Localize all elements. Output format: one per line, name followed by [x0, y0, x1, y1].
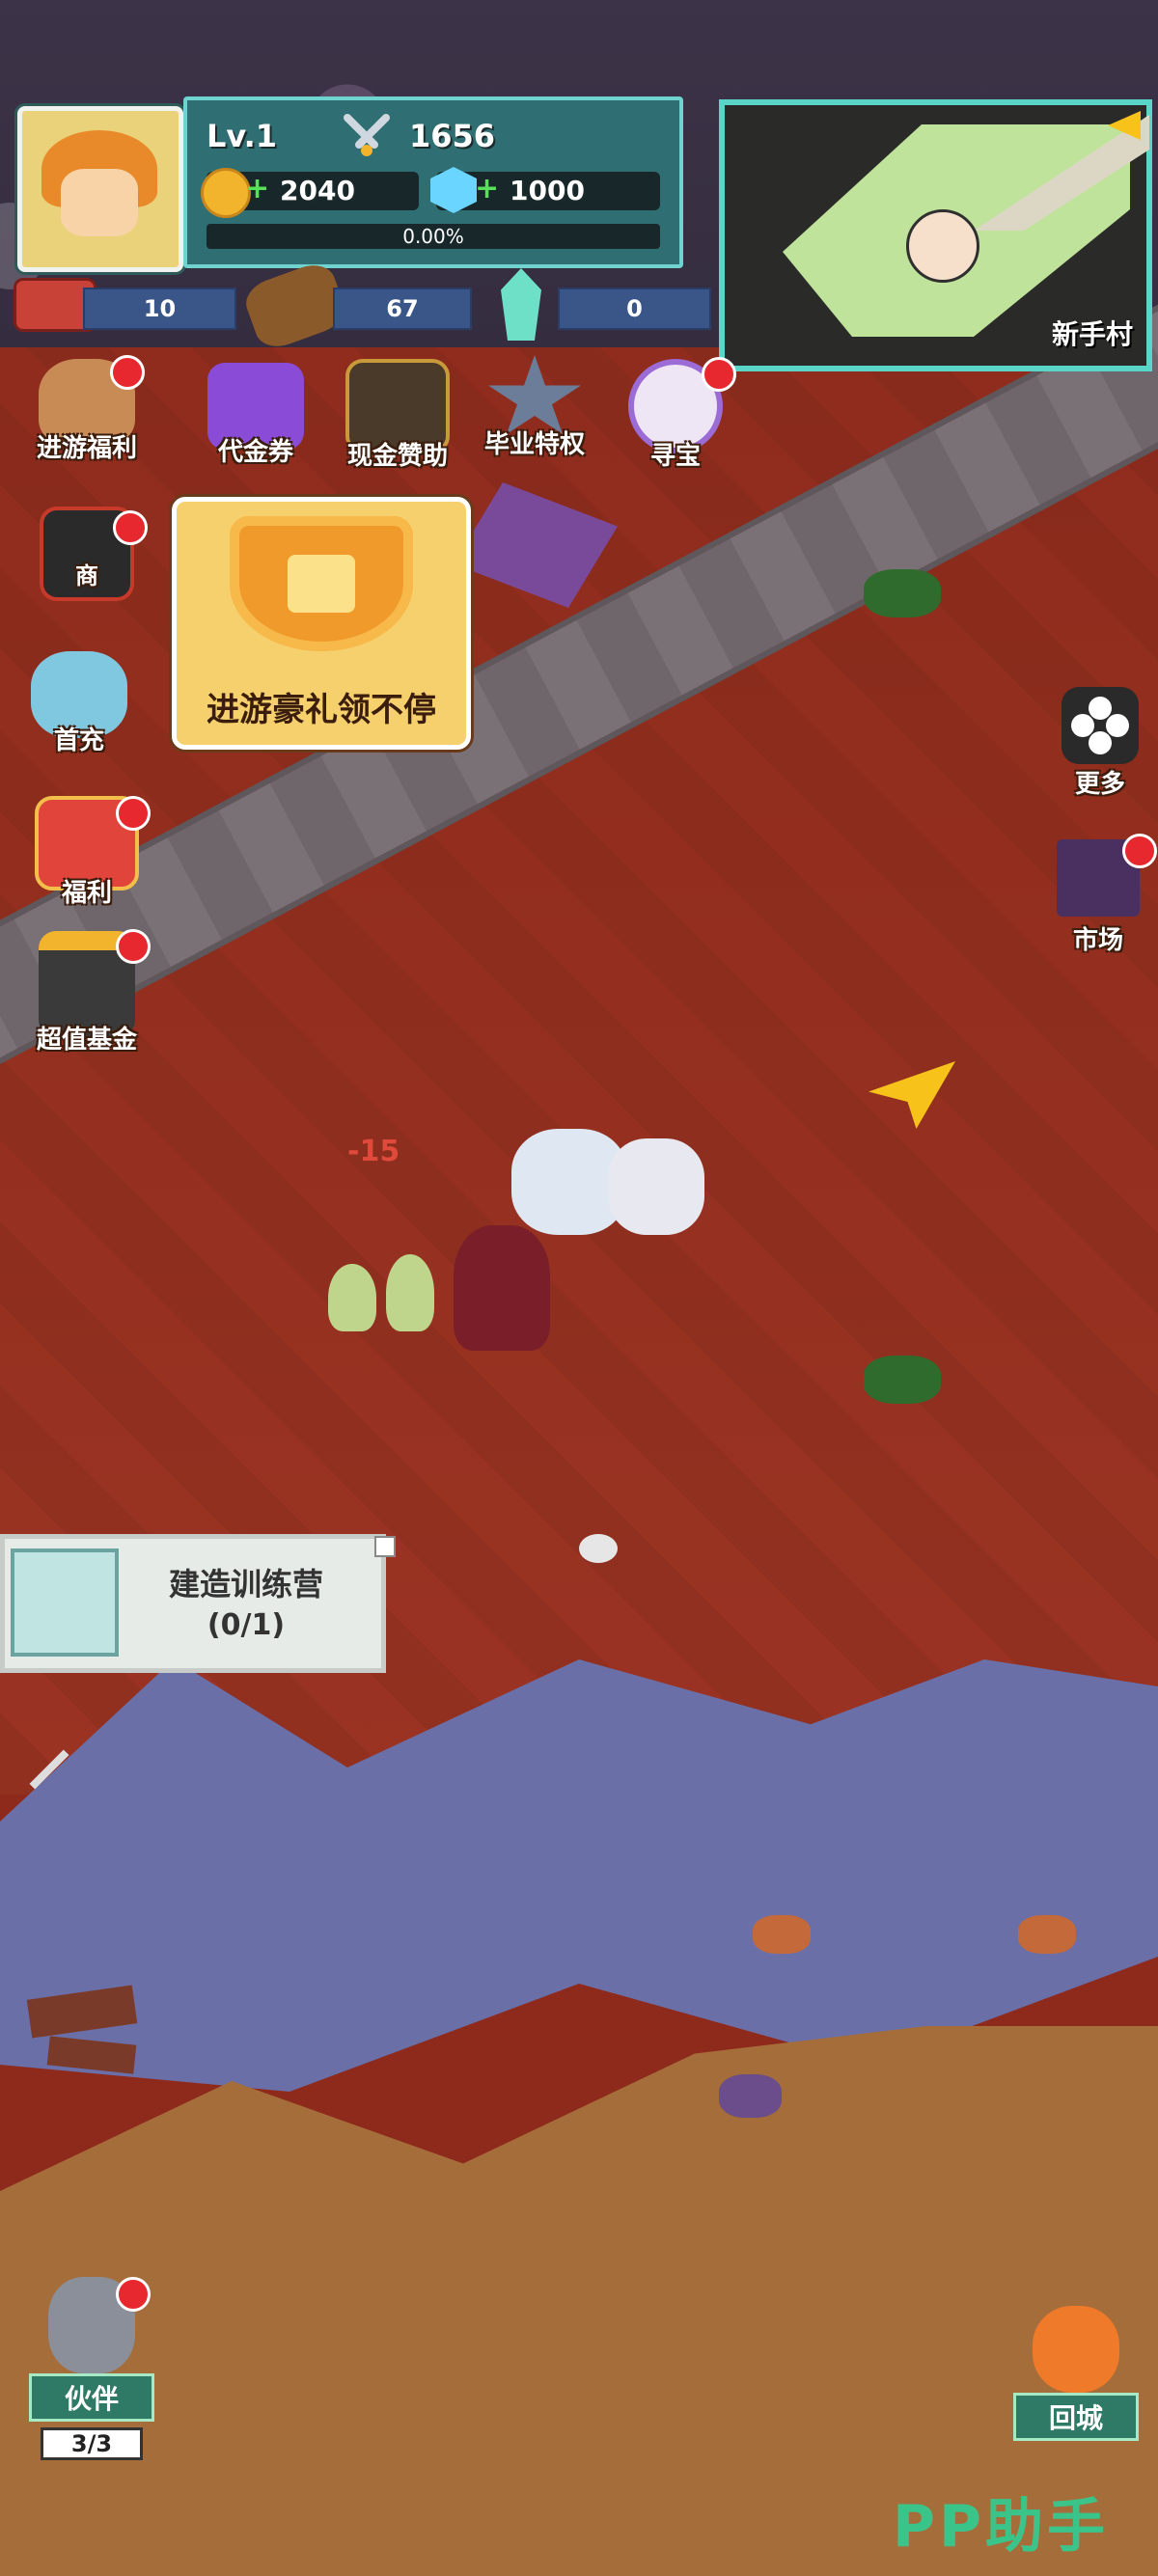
gold-amount: 2040	[280, 175, 355, 206]
rock-sprite	[1018, 1915, 1076, 1954]
quest-toggle-button[interactable]	[374, 1536, 396, 1557]
gift-promo-text: 进游豪礼领不停	[207, 691, 436, 729]
menu-label: 超值基金	[36, 1026, 137, 1055]
menu-label: 现金赞助	[346, 442, 448, 471]
player-level: Lv.1	[207, 118, 278, 154]
player-panel: Lv.1 1656 + 2040 + 1000 0.00%	[17, 96, 683, 272]
watermark-text: PP助手	[893, 2493, 1109, 2561]
location-name: 新手村	[1051, 318, 1133, 350]
player-avatar[interactable]	[17, 106, 183, 272]
more-button[interactable]: 更多	[1057, 687, 1144, 800]
gold-counter[interactable]: + 2040	[201, 168, 419, 218]
market-label: 市场	[1072, 926, 1123, 955]
menu-graduation-privilege[interactable]: 毕业特权	[467, 355, 602, 460]
partner-count: 3/3	[41, 2427, 143, 2460]
partner-button[interactable]: 伙伴 3/3	[29, 2277, 154, 2460]
quest-progress: (0/1)	[207, 1608, 286, 1642]
green-bush	[864, 1356, 941, 1404]
green-bush	[864, 569, 941, 617]
add-gem-icon[interactable]: +	[475, 172, 499, 206]
menu-label: 寻宝	[649, 442, 701, 471]
wood-amount: 67	[386, 295, 419, 322]
exp-percent: 0.00%	[402, 225, 464, 248]
player-marker-icon	[906, 209, 979, 283]
menu-label: 商	[75, 562, 98, 589]
more-label: 更多	[1074, 770, 1125, 799]
market-house-icon	[1057, 834, 1157, 917]
gift-promo-popup[interactable]: 进游豪礼领不停	[172, 497, 471, 750]
exp-bar: 0.00%	[207, 224, 660, 249]
partner-label: 伙伴	[29, 2373, 154, 2422]
ghost-sprite	[386, 1254, 434, 1331]
quest-panel[interactable]: 建造训练营 (0/1)	[0, 1534, 386, 1673]
grid-icon	[1062, 687, 1139, 764]
menu-label: 首充	[53, 726, 104, 755]
ghost-sprite	[328, 1264, 376, 1331]
menu-welfare[interactable]: 福利	[19, 796, 154, 909]
meat-amount: 10	[143, 295, 177, 322]
hero-sprite[interactable]	[454, 1225, 550, 1351]
training-camp-icon	[11, 1548, 119, 1657]
trophy-emblem-icon	[230, 516, 413, 651]
menu-label: 进游福利	[36, 434, 137, 463]
crystal-amount: 0	[626, 295, 643, 322]
menu-progress-welfare[interactable]: 进游福利	[19, 355, 154, 464]
flower-sprite	[579, 1534, 618, 1563]
player-stats: Lv.1 1656 + 2040 + 1000 0.00%	[183, 96, 683, 268]
minimap[interactable]: 新手村	[719, 99, 1152, 371]
menu-label: 代金券	[217, 438, 293, 467]
rock-sprite	[719, 2074, 782, 2118]
menu-label: 福利	[61, 879, 112, 908]
hero-sprite[interactable]	[608, 1138, 704, 1235]
crossed-swords-icon	[342, 112, 392, 160]
return-city-button[interactable]: 回城	[1013, 2306, 1139, 2441]
crystal-counter: 0	[558, 288, 711, 330]
pumpkin-house-icon	[1033, 2306, 1119, 2393]
gem-amount: 1000	[510, 175, 585, 206]
menu-cash-sponsor[interactable]: 现金赞助	[330, 359, 465, 472]
meat-counter: 10	[83, 288, 236, 330]
damage-number: -15	[347, 1135, 400, 1168]
menu-value-fund[interactable]: 超值基金	[19, 929, 154, 1055]
market-button[interactable]: 市场	[1050, 834, 1157, 956]
gem-counter[interactable]: + 1000	[430, 167, 660, 213]
gem-icon	[430, 167, 477, 213]
knight-partner-icon	[48, 2277, 151, 2373]
return-city-label: 回城	[1013, 2393, 1139, 2441]
menu-treasure-hunt[interactable]: 寻宝	[608, 357, 743, 472]
combat-power: 1656	[409, 118, 496, 154]
rock-sprite	[753, 1915, 811, 1954]
gold-coin-icon	[201, 168, 251, 218]
wood-counter: 67	[333, 288, 472, 330]
menu-shop[interactable]: 商	[19, 507, 154, 601]
menu-voucher[interactable]: 代金券	[188, 363, 323, 468]
quest-title: 建造训练营	[168, 1566, 323, 1603]
add-gold-icon[interactable]: +	[245, 172, 269, 206]
menu-label: 毕业特权	[483, 430, 585, 459]
menu-first-recharge[interactable]: 首充	[12, 651, 147, 756]
